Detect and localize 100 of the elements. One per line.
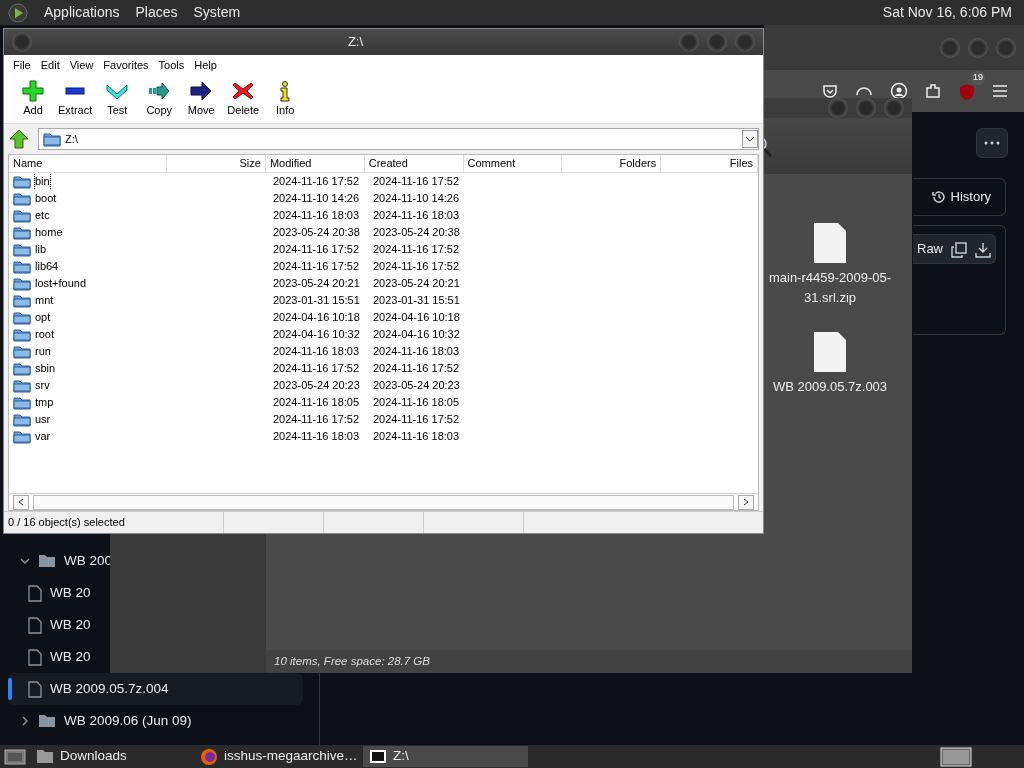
folder-icon — [13, 259, 31, 274]
more-button[interactable] — [976, 128, 1008, 158]
account-icon[interactable] — [890, 82, 908, 100]
archive-icon — [369, 748, 387, 765]
up-arrow-icon[interactable] — [8, 129, 30, 149]
tree-item[interactable]: WB 20 — [8, 577, 91, 609]
extensions-icon[interactable] — [924, 82, 942, 100]
add-button[interactable]: Add — [12, 80, 54, 119]
extract-button[interactable]: Extract — [54, 80, 97, 119]
open-folder-icon — [38, 554, 56, 568]
file-name[interactable]: tmp — [35, 394, 54, 411]
column-header[interactable]: Size — [167, 155, 266, 172]
info-button[interactable]: Info — [264, 80, 307, 119]
menu-icon[interactable] — [992, 84, 1008, 98]
column-header[interactable]: Folders — [562, 155, 662, 172]
menu-item[interactable]: File — [8, 57, 36, 74]
folder-icon — [38, 714, 56, 728]
table-cell-text: 2023-01-31 15:51 — [372, 293, 461, 308]
app-menu-icon[interactable] — [8, 2, 28, 23]
panel-menu[interactable]: System — [193, 2, 241, 23]
dropdown-icon[interactable] — [742, 130, 758, 148]
file-name[interactable]: bin — [35, 173, 50, 190]
file-icon — [28, 584, 42, 602]
file-name[interactable]: lib — [35, 241, 46, 258]
column-header[interactable]: Created — [364, 155, 464, 172]
panel-menu[interactable]: Places — [135, 2, 178, 23]
tree-item[interactable]: WB 2009.06 (Jun 09) — [8, 705, 192, 737]
move-button[interactable]: Move — [180, 80, 223, 119]
file-icon[interactable] — [813, 222, 847, 264]
file-name[interactable]: opt — [35, 309, 51, 326]
column-header[interactable]: Files — [661, 155, 759, 172]
desktop-icon[interactable] — [4, 747, 26, 766]
menu-item[interactable]: Help — [189, 57, 222, 74]
table-cell-text: 2024-11-16 18:05 — [372, 395, 461, 410]
file-name[interactable]: home — [35, 224, 63, 241]
menu-item[interactable]: Edit — [35, 57, 65, 74]
file-name[interactable]: usr — [35, 411, 51, 428]
table-cell-text: 2024-04-16 10:18 — [372, 310, 461, 325]
tree-item[interactable]: WB 20 — [8, 609, 91, 641]
panel-menu[interactable]: Applications — [44, 2, 120, 23]
folder-icon — [13, 378, 31, 393]
file-name[interactable]: boot — [35, 190, 57, 207]
table-cell-text: 2024-04-16 10:18 — [272, 310, 361, 325]
table-cell-text: 2024-04-16 10:32 — [272, 327, 361, 342]
folder-icon — [13, 412, 31, 427]
menu-item[interactable]: Tools — [153, 57, 190, 74]
file-name[interactable]: etc — [35, 207, 50, 224]
folder-icon — [43, 131, 61, 147]
column-header[interactable]: Name — [9, 155, 168, 172]
table-cell-text: 2024-11-16 17:52 — [372, 412, 461, 427]
chevron-left-icon — [18, 498, 24, 507]
history-icon — [930, 189, 947, 205]
pocket-icon[interactable] — [822, 83, 838, 99]
file-name[interactable]: sbin — [35, 360, 56, 377]
table-cell-text: 2024-11-10 14:26 — [272, 191, 361, 206]
folder-icon — [13, 293, 31, 308]
file-name[interactable]: lib64 — [35, 258, 59, 275]
tree-item[interactable]: WB 20 — [8, 641, 91, 673]
column-header[interactable]: Modified — [265, 155, 365, 172]
chevron-right-icon[interactable] — [20, 716, 30, 726]
file-name[interactable]: WB 2009.05.7z.003 — [772, 377, 888, 397]
test-button[interactable]: Test — [96, 80, 139, 119]
folder-icon — [13, 276, 31, 291]
folder-icon — [13, 429, 31, 444]
column-header[interactable]: Comment — [463, 155, 563, 172]
table-cell-text: 2024-11-16 17:52 — [272, 259, 361, 274]
taskbar-button[interactable]: Downloads — [30, 746, 190, 767]
scroll-right-button[interactable] — [738, 494, 754, 510]
menu-item[interactable]: View — [64, 57, 99, 74]
table-cell-text: 2024-11-16 18:03 — [372, 429, 461, 444]
file-name[interactable]: main-r4459-2009-05-31.srl.zip — [765, 268, 895, 307]
table-cell-text: 2024-11-16 17:52 — [372, 259, 461, 274]
tree-item[interactable]: WB 2009.05.7z.004 — [8, 673, 303, 705]
workspace-icon[interactable] — [940, 747, 972, 768]
file-name[interactable]: srv — [35, 377, 50, 394]
window-title: Z:\ — [346, 33, 365, 52]
chevron-down-icon[interactable] — [20, 556, 30, 566]
scrollbar[interactable] — [33, 494, 734, 510]
file-icon[interactable] — [813, 331, 847, 373]
folder-icon — [13, 208, 31, 223]
file-name[interactable]: root — [35, 326, 54, 343]
status-text: 10 items, Free space: 28.7 GB — [266, 650, 912, 673]
browser-icon — [200, 748, 218, 765]
file-name[interactable]: lost+found — [35, 275, 87, 292]
file-name[interactable]: var — [35, 428, 51, 445]
taskbar-button[interactable]: Z:\ — [363, 746, 528, 767]
chevron-right-icon — [743, 498, 749, 507]
folder-icon — [13, 310, 31, 325]
menu-item[interactable]: Favorites — [98, 57, 154, 74]
file-icon — [28, 680, 42, 698]
scroll-left-button[interactable] — [13, 494, 29, 510]
copy-button[interactable]: Copy — [138, 80, 181, 119]
taskbar-button[interactable]: isshus-megaarchive… — [194, 746, 359, 767]
file-name[interactable]: mnt — [35, 292, 54, 309]
table-cell-text: 2023-05-24 20:23 — [372, 378, 461, 393]
table-cell-text: 2023-05-24 20:21 — [372, 276, 461, 291]
delete-button[interactable]: Delete — [222, 80, 265, 119]
file-name[interactable]: run — [35, 343, 51, 360]
path-field[interactable]: Z:\ — [38, 128, 759, 150]
folder-icon — [13, 395, 31, 410]
